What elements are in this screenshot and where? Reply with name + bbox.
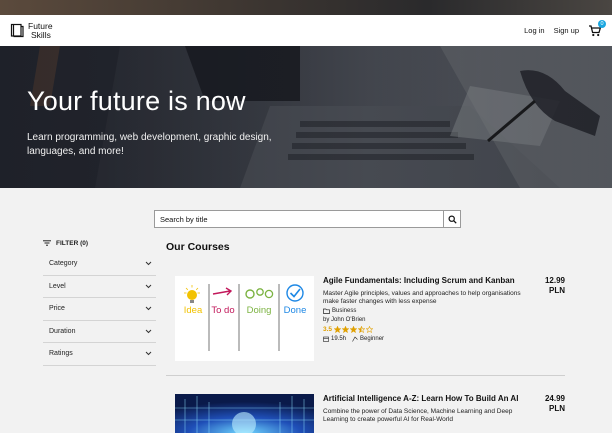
filter-heading-label: FILTER (0) xyxy=(56,239,89,247)
filter-level[interactable]: Level xyxy=(43,276,156,298)
filter-label: Ratings xyxy=(49,350,73,358)
ai-circuit-illustration xyxy=(175,394,314,433)
course-meta: 19.5h Beginner xyxy=(323,336,523,342)
hero-image-top-strip xyxy=(0,0,612,15)
course-description: Master Agile principles, values and appr… xyxy=(323,290,521,305)
logo[interactable]: Future Skills xyxy=(10,21,53,40)
star-full-icon xyxy=(334,326,342,333)
rating-stars xyxy=(334,326,374,333)
search-input[interactable] xyxy=(155,211,443,227)
price-amount: 12.99 xyxy=(544,276,565,285)
filter-price[interactable]: Price xyxy=(43,298,156,321)
hero-subtitle: Learn programming, web development, grap… xyxy=(27,132,272,157)
hero-banner: Your future is now Learn programming, we… xyxy=(0,46,612,188)
rating-value: 3.5 xyxy=(323,326,333,333)
login-link[interactable]: Log in xyxy=(524,26,544,35)
filter-label: Price xyxy=(49,305,65,313)
filter-heading[interactable]: FILTER (0) xyxy=(43,237,156,249)
course-duration: 19.5h xyxy=(323,336,346,342)
course-card[interactable]: Idea To do Doing Done Agile Fundamentals… xyxy=(175,276,565,361)
logo-text: Future Skills xyxy=(28,21,53,40)
course-price: 12.99 PLN xyxy=(529,276,565,361)
cart-button[interactable]: 0 xyxy=(588,19,606,38)
header-nav: Log in Sign up 0 xyxy=(524,19,606,38)
chevron-down-icon xyxy=(145,351,152,356)
course-rating: 3.5 xyxy=(323,326,523,333)
star-full-icon xyxy=(350,326,358,333)
course-price: 24.99 PLN xyxy=(529,394,565,433)
filter-duration[interactable]: Duration xyxy=(43,321,156,343)
course-level: Beginner xyxy=(352,336,384,342)
signup-link[interactable]: Sign up xyxy=(554,26,579,35)
hero-title: Your future is now xyxy=(27,86,246,116)
chevron-down-icon xyxy=(145,306,152,311)
course-hours: 19.5h xyxy=(331,336,347,342)
course-author: by John O'Brien xyxy=(323,317,366,323)
course-category-label[interactable]: Business xyxy=(332,308,356,314)
price-amount: 24.99 xyxy=(544,394,565,403)
kanban-board-illustration: Idea To do Doing Done xyxy=(175,276,314,361)
price-currency: PLN xyxy=(549,286,565,295)
cart-count-badge: 0 xyxy=(598,19,606,28)
filter-sidebar: FILTER (0) Category Level Price Duration… xyxy=(43,237,156,366)
hero-overlay xyxy=(0,46,612,188)
filter-label: Category xyxy=(49,260,78,268)
search-icon xyxy=(448,215,457,224)
filter-label: Duration xyxy=(49,327,76,335)
thumb-label-done: Done xyxy=(284,305,307,316)
filter-ratings[interactable]: Ratings xyxy=(43,343,156,366)
course-level-label: Beginner xyxy=(360,336,385,342)
book-logo-icon xyxy=(10,23,24,38)
course-info: Artificial Intelligence A-Z: Learn How T… xyxy=(323,394,523,433)
site-header: Future Skills Log in Sign up 0 xyxy=(0,15,612,46)
calendar-icon xyxy=(323,336,329,342)
filter-icon xyxy=(43,240,51,246)
thumb-label-doing: Doing xyxy=(247,305,272,316)
courses-heading: Our Courses xyxy=(166,241,230,253)
thumb-label-idea: Idea xyxy=(184,305,203,316)
search-button[interactable] xyxy=(443,211,460,227)
filter-category[interactable]: Category xyxy=(43,253,156,276)
chevron-down-icon xyxy=(145,329,152,333)
course-title[interactable]: Artificial Intelligence A-Z: Learn How T… xyxy=(323,394,523,404)
course-info: Agile Fundamentals: Including Scrum and … xyxy=(323,276,523,361)
thumb-label-todo: To do xyxy=(211,305,234,316)
chevron-down-icon xyxy=(145,284,152,288)
chevron-down-icon xyxy=(145,261,152,266)
course-title[interactable]: Agile Fundamentals: Including Scrum and … xyxy=(323,276,523,286)
search-bar xyxy=(154,210,461,228)
level-icon xyxy=(352,336,358,342)
star-full-icon xyxy=(342,326,350,333)
course-divider xyxy=(166,375,565,376)
star-half-icon xyxy=(358,326,366,333)
folder-icon xyxy=(323,308,330,314)
price-currency: PLN xyxy=(549,404,565,413)
course-thumbnail[interactable]: Idea To do Doing Done xyxy=(175,276,314,361)
logo-line2: Skills xyxy=(31,29,51,40)
star-empty-icon xyxy=(366,326,374,333)
course-card[interactable]: Artificial Intelligence A-Z: Learn How T… xyxy=(175,394,565,433)
course-description: Combine the power of Data Science, Machi… xyxy=(323,408,513,423)
filter-label: Level xyxy=(49,282,66,290)
course-thumbnail[interactable] xyxy=(175,394,314,433)
course-category: Business xyxy=(323,308,523,314)
